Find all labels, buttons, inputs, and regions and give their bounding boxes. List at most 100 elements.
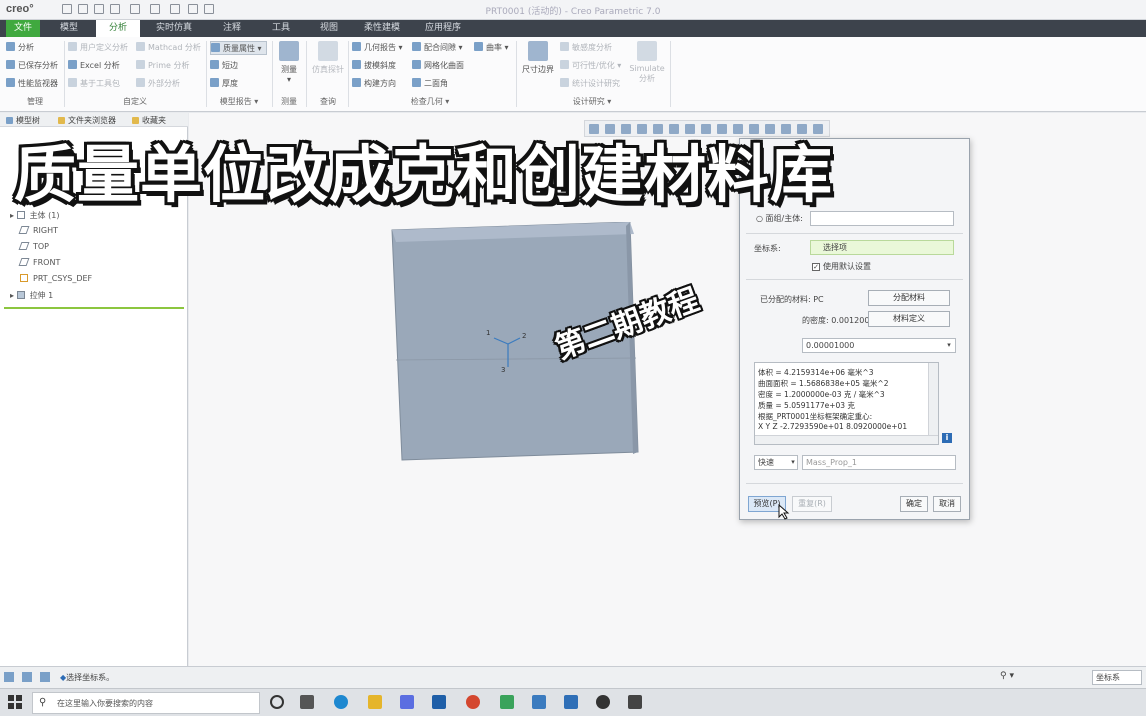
- word-icon[interactable]: [564, 695, 578, 709]
- meshed-surface-button[interactable]: 网格化曲面: [412, 59, 464, 73]
- analysis-button[interactable]: 分析: [6, 41, 34, 55]
- mode-dropdown-icon[interactable]: ▾: [788, 456, 798, 469]
- csys-label: 坐标系:: [754, 244, 781, 253]
- measure-button[interactable]: 测量 ▾: [276, 41, 302, 84]
- insert-indicator: [4, 307, 184, 309]
- svg-text:3: 3: [501, 366, 505, 374]
- ok-button[interactable]: 确定: [900, 496, 928, 512]
- material-definition-button[interactable]: 材料定义: [868, 311, 950, 327]
- thickness-button[interactable]: 厚度: [210, 77, 238, 91]
- geometry-report-button[interactable]: 几何报告 ▾: [352, 41, 403, 55]
- short-edge-icon: [210, 60, 219, 69]
- vertical-scrollbar[interactable]: [928, 363, 938, 435]
- plane-icon: [18, 226, 30, 234]
- tree-item-extrude[interactable]: ▸ 拉伸 1: [10, 290, 53, 301]
- body-radio[interactable]: ○ 面组/主体:: [756, 213, 803, 224]
- multitask-icon[interactable]: [300, 695, 314, 709]
- simulate-analysis-button[interactable]: Simulate 分析: [628, 41, 666, 84]
- file-explorer-icon[interactable]: [368, 695, 382, 709]
- toolkit-icon: [68, 78, 77, 87]
- info-icon[interactable]: i: [942, 433, 952, 443]
- smart-filter-icon[interactable]: ⚲ ▾: [1000, 671, 1014, 681]
- saved-analysis-icon: [6, 60, 15, 69]
- edge-browser-icon[interactable]: [334, 695, 348, 709]
- feasibility-icon: [560, 60, 569, 69]
- mathcad-analysis-button[interactable]: Mathcad 分析: [136, 41, 201, 55]
- cancel-button[interactable]: 取消: [933, 496, 961, 512]
- plane-icon: [18, 242, 30, 250]
- curvature-icon: [474, 42, 483, 51]
- curvature-button[interactable]: 曲率 ▾: [474, 41, 509, 55]
- search-icon: ⚲: [39, 697, 47, 708]
- group-inspect-geometry[interactable]: 检查几何 ▾: [380, 96, 480, 108]
- simulation-probe-button[interactable]: 仿真探针: [310, 41, 346, 75]
- dihedral-angle-button[interactable]: 二面角: [412, 77, 448, 91]
- tab-file[interactable]: 文件: [6, 20, 40, 37]
- assigned-material-label: 已分配的材料: PC: [760, 295, 824, 304]
- dimension-boundary-button[interactable]: 尺寸边界: [520, 41, 556, 75]
- group-measure[interactable]: 测量: [274, 96, 304, 108]
- extrude-icon: [16, 291, 25, 299]
- tree-item-top[interactable]: TOP: [18, 242, 49, 251]
- panel-toggle-icon[interactable]: [4, 672, 14, 682]
- clearance-button[interactable]: 配合间隙 ▾: [412, 41, 463, 55]
- browser-toggle-icon[interactable]: [22, 672, 32, 682]
- mass-properties-button[interactable]: 质量属性 ▾: [210, 41, 267, 55]
- draft-icon: [352, 60, 361, 69]
- build-direction-icon: [352, 78, 361, 87]
- selection-filter[interactable]: 坐标系: [1092, 670, 1142, 685]
- tree-item-front[interactable]: FRONT: [18, 258, 60, 267]
- toolkit-analysis-button[interactable]: 基于工具包: [68, 77, 120, 91]
- windows-start-icon[interactable]: [8, 695, 22, 709]
- store-icon[interactable]: [400, 695, 414, 709]
- statistical-study-button[interactable]: 统计设计研究: [560, 77, 620, 91]
- folder-icon: [58, 117, 65, 124]
- group-model-report[interactable]: 模型报告 ▾: [208, 96, 270, 108]
- group-manage[interactable]: 管理: [10, 96, 60, 108]
- performance-monitor-button[interactable]: 性能监视器: [6, 77, 58, 91]
- excel-analysis-button[interactable]: Excel 分析: [68, 59, 120, 73]
- mail-icon[interactable]: [432, 695, 446, 709]
- repaint-button[interactable]: 重复(R): [792, 496, 832, 512]
- status-message: ◆选择坐标系。: [60, 673, 115, 682]
- group-query[interactable]: 查询: [310, 96, 346, 108]
- creo-app-icon[interactable]: [500, 695, 514, 709]
- tab-analysis[interactable]: 分析: [96, 20, 140, 37]
- saved-analysis-button[interactable]: 已保存分析: [6, 59, 58, 73]
- tab-model[interactable]: 模型: [44, 20, 94, 37]
- task-view-icon[interactable]: [270, 695, 284, 709]
- feasibility-button[interactable]: 可行性/优化 ▾: [560, 59, 621, 73]
- capture-icon[interactable]: [628, 695, 642, 709]
- chrome-icon[interactable]: [466, 695, 480, 709]
- tree-item-csys[interactable]: PRT_CSYS_DEF: [20, 274, 92, 283]
- tab-annotate[interactable]: 注释: [208, 20, 256, 37]
- app-icon[interactable]: [532, 695, 546, 709]
- tab-tools[interactable]: 工具: [258, 20, 304, 37]
- external-analysis-button[interactable]: 外部分析: [136, 77, 180, 91]
- user-defined-analysis-button[interactable]: 用户定义分析: [68, 41, 128, 55]
- short-edge-button[interactable]: 短边: [210, 59, 238, 73]
- fullscreen-icon[interactable]: [40, 672, 50, 682]
- horizontal-scrollbar[interactable]: [755, 435, 938, 444]
- tab-live-simulation[interactable]: 实时仿真: [146, 20, 202, 37]
- prime-analysis-button[interactable]: Prime 分析: [136, 59, 189, 73]
- group-design-study[interactable]: 设计研究 ▾: [560, 96, 624, 108]
- feature-name-field[interactable]: Mass_Prop_1: [802, 455, 956, 470]
- accuracy-dropdown-icon[interactable]: ▾: [943, 339, 955, 352]
- status-bar: ◆选择坐标系。 ⚲ ▾ 坐标系: [0, 666, 1146, 688]
- obs-icon[interactable]: [596, 695, 610, 709]
- taskbar-search-box[interactable]: ⚲ 在这里输入你要搜索的内容: [32, 692, 260, 714]
- results-text: 体积 = 4.2159314e+06 毫米^3 曲面面积 = 1.5686838…: [754, 362, 939, 445]
- tree-item-right[interactable]: RIGHT: [18, 226, 58, 235]
- group-custom[interactable]: 自定义: [110, 96, 160, 108]
- assign-material-button[interactable]: 分配材料: [868, 290, 950, 306]
- sensitivity-analysis-button[interactable]: 敏感度分析: [560, 41, 612, 55]
- draft-button[interactable]: 拔模斜度: [352, 59, 396, 73]
- csys-collector[interactable]: 选择项: [810, 240, 954, 255]
- build-direction-button[interactable]: 构建方向: [352, 77, 396, 91]
- accuracy-field[interactable]: 0.00001000: [802, 338, 956, 353]
- tab-flexible-modeling[interactable]: 柔性建模: [354, 20, 410, 37]
- use-default-checkbox[interactable]: ✓ 使用默认设置: [812, 261, 871, 272]
- tab-applications[interactable]: 应用程序: [414, 20, 472, 37]
- tab-view[interactable]: 视图: [306, 20, 352, 37]
